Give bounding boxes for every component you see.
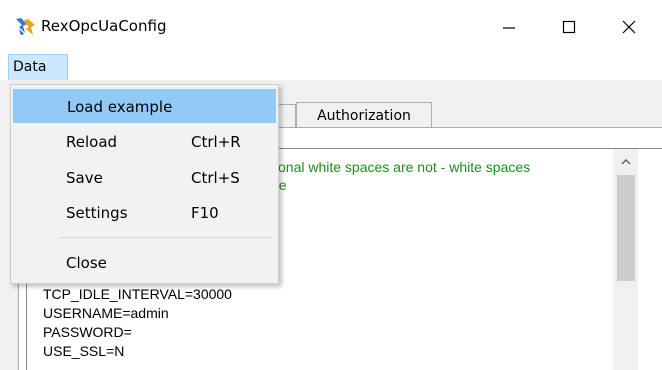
menu-item-label: Settings: [66, 204, 128, 222]
title-bar[interactable]: RexOpcUaConfig: [0, 0, 662, 54]
tab-authorization[interactable]: Authorization: [296, 102, 432, 128]
chevron-up-icon: [621, 158, 631, 165]
minimize-button[interactable]: [486, 0, 532, 54]
menu-item-save[interactable]: Save Ctrl+S: [13, 161, 276, 195]
menu-separator: [59, 237, 272, 238]
scroll-thumb[interactable]: [617, 175, 635, 281]
menu-item-settings[interactable]: Settings F10: [13, 196, 276, 230]
window-title: RexOpcUaConfig: [41, 17, 167, 35]
rex-app-icon: [16, 18, 35, 35]
code-line: USE_SSL=N: [43, 343, 125, 359]
menu-data[interactable]: Data: [8, 54, 68, 81]
menu-item-close[interactable]: Close: [13, 246, 276, 280]
menu-item-label: Reload: [66, 133, 118, 151]
menu-item-reload[interactable]: Reload Ctrl+R: [13, 125, 276, 159]
menu-item-shortcut: Ctrl+S: [191, 169, 240, 187]
code-line: TCP_IDLE_INTERVAL=30000: [43, 286, 232, 302]
menu-item-shortcut: Ctrl+R: [191, 133, 241, 151]
code-line: PASSWORD=: [43, 324, 132, 340]
menu-item-load-example[interactable]: Load example: [13, 89, 276, 123]
menu-bar: Data: [0, 54, 662, 81]
scroll-up-button[interactable]: [614, 149, 638, 175]
vertical-scrollbar[interactable]: [613, 149, 638, 370]
minimize-icon: [503, 27, 515, 29]
data-menu-dropdown: Load example Reload Ctrl+R Save Ctrl+S S…: [10, 84, 279, 284]
comment-line: tional white spaces are not - white spac…: [271, 159, 531, 175]
menu-item-label: Load example: [67, 98, 173, 116]
code-line: USERNAME=admin: [43, 305, 169, 321]
maximize-icon: [562, 20, 576, 34]
maximize-button[interactable]: [546, 0, 592, 54]
menu-item-shortcut: F10: [191, 204, 219, 222]
close-button[interactable]: [606, 0, 652, 54]
app-window: RexOpcUaConfig Data Authorization tional…: [0, 0, 662, 370]
menu-item-label: Close: [66, 254, 107, 272]
close-icon: [622, 20, 636, 34]
menu-item-label: Save: [66, 169, 103, 187]
